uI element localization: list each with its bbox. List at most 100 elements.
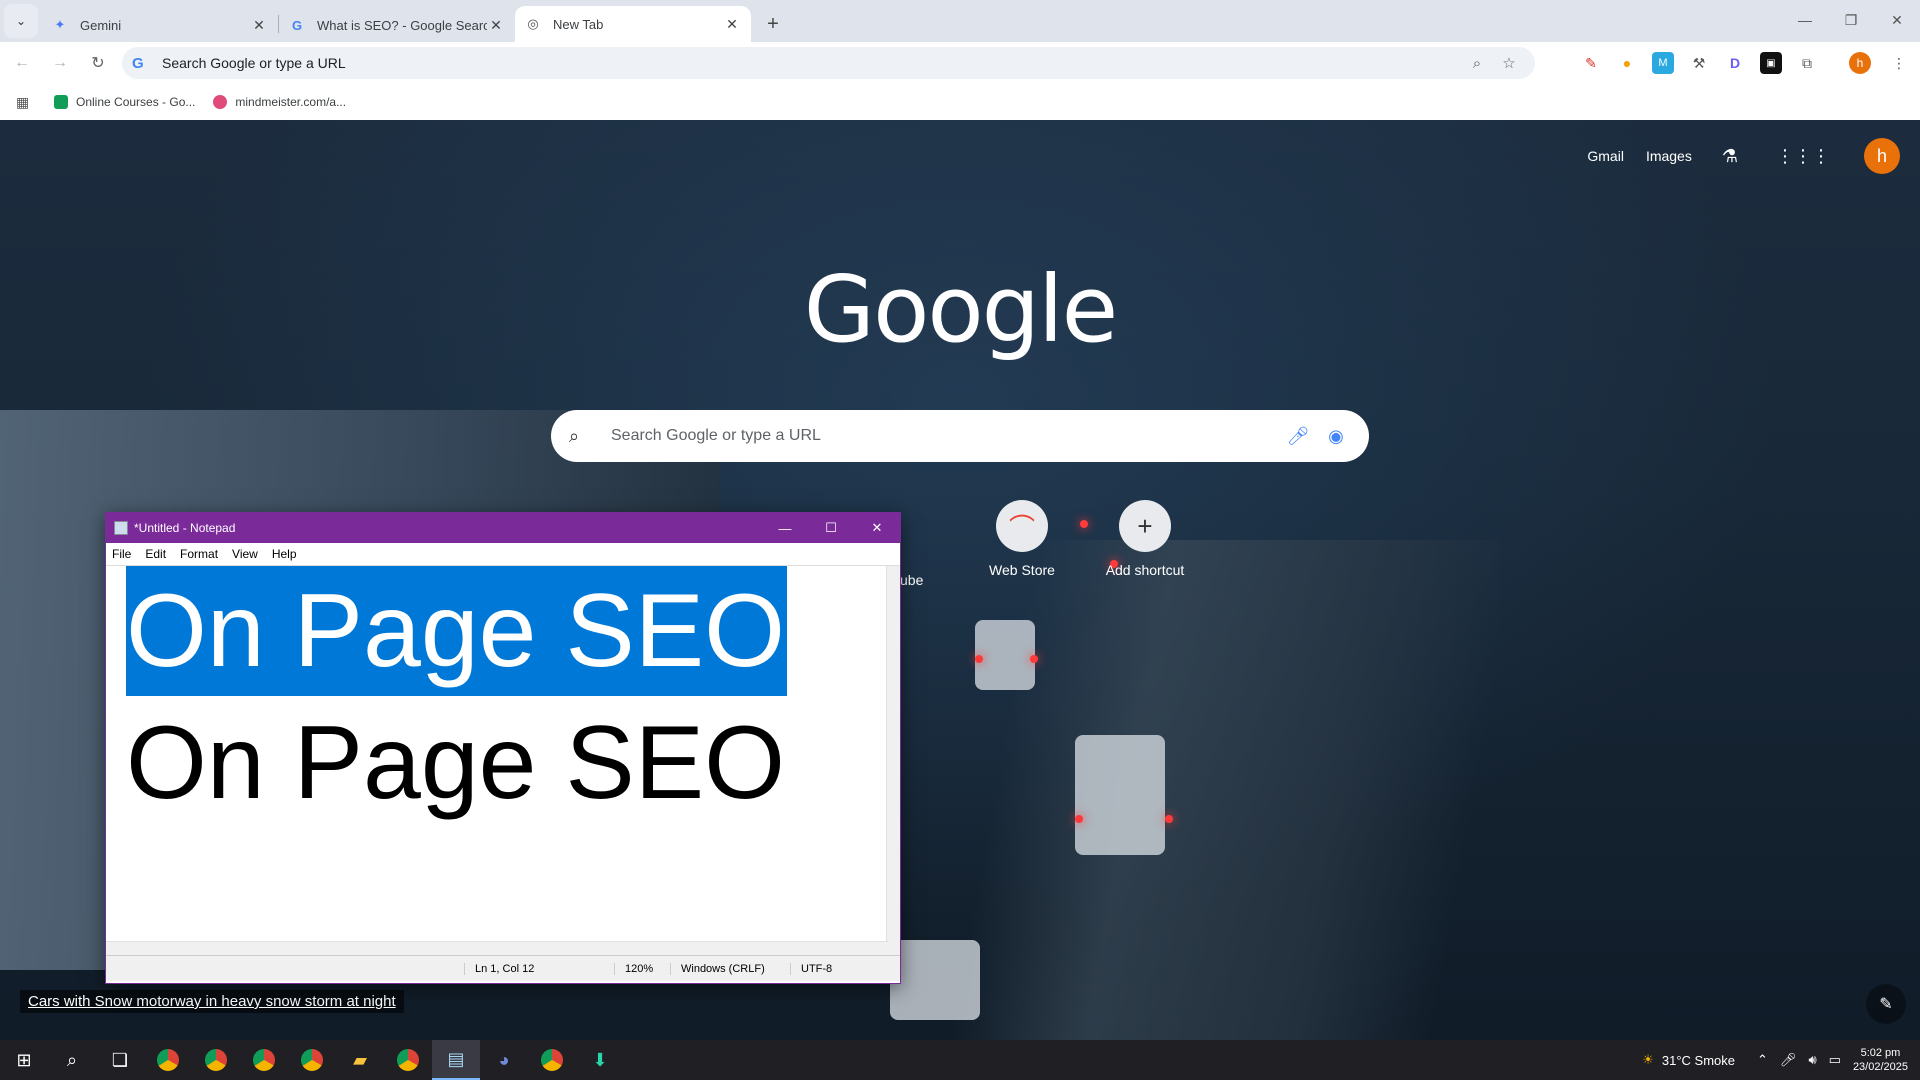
close-icon[interactable]: ✕ — [723, 16, 741, 33]
weather-icon: ☀ — [1642, 1052, 1654, 1067]
address-bar[interactable]: G Search Google or type a URL ⌕ ☆ — [122, 47, 1535, 79]
chrome-taskbar-icon[interactable] — [288, 1040, 336, 1080]
plus-icon: + — [1119, 500, 1171, 552]
menu-view[interactable]: View — [232, 547, 258, 561]
window-controls: — ❐ ✕ — [1782, 0, 1920, 40]
windows-start-icon[interactable]: ⊞ — [0, 1040, 48, 1080]
menu-file[interactable]: File — [112, 547, 131, 561]
search-icon[interactable]: ⌕ — [48, 1040, 96, 1080]
puzzle-extensions-icon[interactable]: ⧉ — [1796, 52, 1818, 74]
background-car — [890, 940, 980, 1020]
close-icon[interactable]: ✕ — [487, 17, 505, 34]
clock[interactable]: 5:02 pm 23/02/2025 — [1853, 1046, 1908, 1074]
web-store-icon: ⌒ — [996, 500, 1048, 552]
back-button[interactable]: ← — [6, 47, 38, 79]
file-explorer-icon[interactable]: ▰ — [336, 1040, 384, 1080]
selected-text-line[interactable]: On Page SEO — [126, 566, 788, 696]
tools-extension-icon[interactable]: ⚒ — [1688, 52, 1710, 74]
discord-icon[interactable]: ◕ — [480, 1040, 528, 1080]
shortcut-youtube-label[interactable]: ube — [900, 572, 923, 588]
task-view-icon[interactable]: ❏ — [96, 1040, 144, 1080]
background-attribution-link[interactable]: Cars with Snow motorway in heavy snow st… — [20, 990, 404, 1013]
bookmark-mindmeister[interactable]: mindmeister.com/a... — [213, 95, 346, 109]
new-tab-button[interactable]: + — [759, 10, 787, 38]
chrome-taskbar-icon[interactable] — [384, 1040, 432, 1080]
menu-help[interactable]: Help — [272, 547, 297, 561]
menu-format[interactable]: Format — [180, 547, 218, 561]
forward-button[interactable]: → — [44, 47, 76, 79]
reload-button[interactable]: ↻ — [82, 47, 114, 79]
shortcut-add[interactable]: + Add shortcut — [1089, 500, 1201, 578]
notepad-title: *Untitled - Notepad — [134, 521, 236, 535]
sheets-icon — [54, 95, 68, 109]
apps-grid-icon[interactable]: ▦ — [16, 94, 36, 111]
google-apps-icon[interactable]: ⋮⋮⋮ — [1776, 146, 1830, 167]
d-extension-icon[interactable]: D — [1724, 52, 1746, 74]
notepad-menubar: File Edit Format View Help — [106, 543, 900, 565]
gemini-sparkle-icon: ✦ — [54, 17, 66, 32]
images-link[interactable]: Images — [1646, 148, 1692, 164]
app-taskbar-icon[interactable]: ⬇ — [576, 1040, 624, 1080]
background-car — [975, 620, 1035, 690]
chevron-up-icon[interactable]: ⌃ — [1757, 1052, 1768, 1068]
zoom-icon[interactable]: ⌕ — [1461, 55, 1493, 72]
shortcut-web-store[interactable]: ⌒ Web Store — [966, 500, 1078, 578]
m-extension-icon[interactable]: M — [1652, 52, 1674, 74]
text-line[interactable]: On Page SEO — [126, 698, 785, 828]
chrome-icon — [301, 1049, 323, 1071]
menu-edit[interactable]: Edit — [145, 547, 166, 561]
horizontal-scrollbar[interactable] — [106, 941, 888, 955]
weather-text[interactable]: 31°C Smoke — [1662, 1053, 1735, 1068]
minimize-icon[interactable]: — — [1782, 0, 1828, 40]
gmail-link[interactable]: Gmail — [1587, 148, 1624, 164]
google-search-box[interactable]: ⌕ Search Google or type a URL 🎤︎ ◉ — [551, 410, 1369, 462]
chevron-down-icon: ⌄ — [15, 14, 27, 28]
menu-kebab-icon[interactable]: ⋮ — [1888, 52, 1910, 74]
labs-flask-icon[interactable]: ⚗ — [1722, 146, 1738, 167]
chrome-taskbar-icon[interactable] — [240, 1040, 288, 1080]
close-window-icon[interactable]: ✕ — [1874, 0, 1920, 40]
encoding: UTF-8 — [790, 962, 900, 975]
restore-icon[interactable]: ❐ — [1828, 0, 1874, 40]
google-lens-icon[interactable]: ◉ — [1321, 426, 1351, 447]
account-avatar[interactable]: h — [1864, 138, 1900, 174]
tab-label: Gemini — [80, 17, 122, 33]
close-icon[interactable]: ✕ — [250, 17, 268, 34]
color-extension-icon[interactable]: ● — [1616, 52, 1638, 74]
chrome-taskbar-icon[interactable] — [192, 1040, 240, 1080]
vertical-scrollbar[interactable] — [886, 566, 900, 955]
profile-avatar[interactable]: h — [1849, 52, 1871, 74]
microphone-icon[interactable]: 🎤︎ — [1780, 1052, 1797, 1068]
maximize-icon[interactable]: ☐ — [808, 520, 854, 536]
pen-extension-icon[interactable]: ✎ — [1580, 52, 1602, 74]
voice-search-icon[interactable]: 🎤︎ — [1283, 426, 1313, 447]
tail-light — [1165, 815, 1173, 823]
notepad-taskbar-icon[interactable]: ▤ — [432, 1040, 480, 1080]
tab-what-is-seo[interactable]: G What is SEO? - Google Search ✕ — [279, 8, 515, 42]
search-icon: ⌕ — [569, 425, 580, 446]
tab-search-button[interactable]: ⌄ — [4, 4, 38, 38]
shortcut-label: Add shortcut — [1105, 562, 1185, 578]
mindmeister-icon — [213, 95, 228, 109]
notepad-text-area[interactable]: On Page SEO On Page SEO — [106, 565, 900, 955]
notepad-titlebar[interactable]: *Untitled - Notepad — ☐ ✕ — [106, 513, 900, 543]
tab-label: New Tab — [553, 16, 604, 32]
tab-gemini[interactable]: ✦ Gemini ✕ — [42, 8, 278, 42]
system-tray: ☀ 31°C Smoke ⌃ 🎤︎ 🔊︎ ▭ 5:02 pm 23/02/202… — [1642, 1040, 1920, 1080]
tab-new-tab[interactable]: ◎ New Tab ✕ — [515, 6, 751, 42]
minimize-icon[interactable]: — — [762, 521, 808, 536]
notepad-statusbar: Ln 1, Col 12 120% Windows (CRLF) UTF-8 — [106, 955, 900, 981]
bookmark-online-courses[interactable]: Online Courses - Go... — [54, 95, 195, 109]
google-g-icon: G — [132, 54, 144, 72]
bookmark-star-icon[interactable]: ☆ — [1493, 54, 1525, 72]
dark-extension-icon[interactable]: ▣ — [1760, 52, 1782, 74]
volume-icon[interactable]: 🔊︎ — [1808, 1052, 1816, 1068]
customize-pencil-icon[interactable]: ✎ — [1866, 984, 1906, 1024]
tab-label: What is SEO? - Google Search — [317, 17, 487, 33]
chrome-taskbar-icon[interactable] — [528, 1040, 576, 1080]
network-icon[interactable]: ▭ — [1829, 1052, 1841, 1068]
zoom-level: 120% — [614, 962, 670, 975]
line-endings: Windows (CRLF) — [670, 962, 790, 975]
close-icon[interactable]: ✕ — [854, 520, 900, 536]
chrome-taskbar-icon[interactable] — [144, 1040, 192, 1080]
